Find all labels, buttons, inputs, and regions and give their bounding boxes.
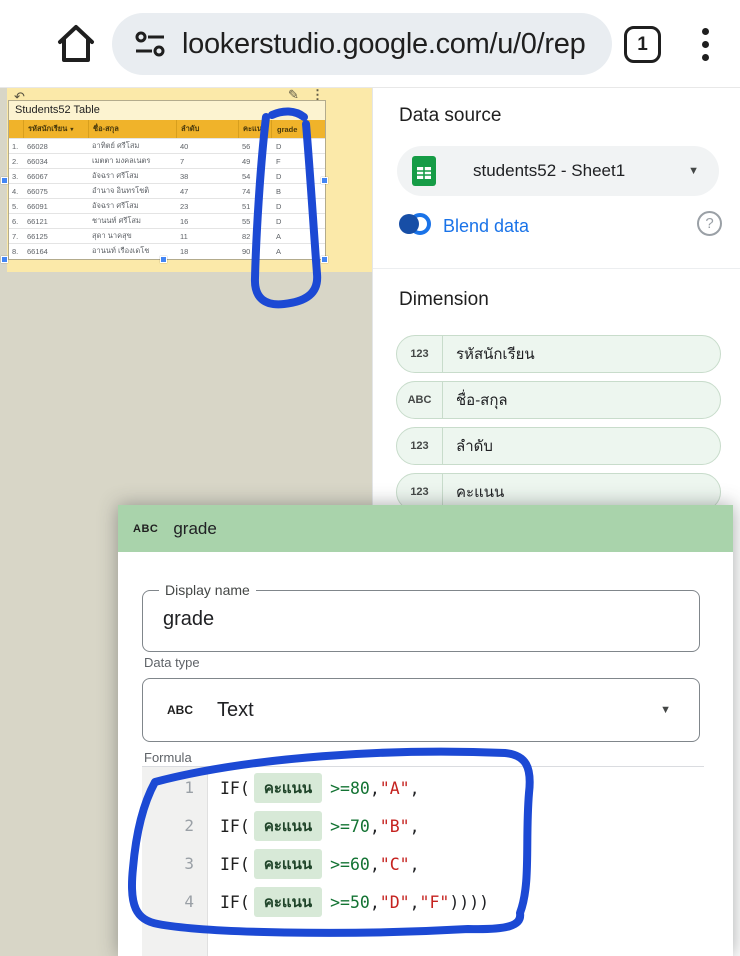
address-bar[interactable]: lookerstudio.google.com/u/0/rep [112, 13, 612, 75]
chevron-down-icon[interactable]: ▼ [688, 165, 699, 177]
line-number: 4 [142, 883, 207, 921]
selection-handle[interactable] [1, 256, 8, 263]
table-row: 2.66034เมตตา มงคลเนตร749F [9, 153, 325, 168]
formula-line: IF(คะแนน>=70,"B", [208, 807, 704, 845]
table-row: 8.66164อานนท์ เรืองเดโช1890A [9, 243, 325, 258]
field-type-badge: 123 [397, 428, 443, 464]
data-type-label: Data type [144, 655, 200, 670]
field-editor-dialog: ABC grade Display name grade Data type A… [118, 505, 733, 956]
col-header-order[interactable]: ลำดับ [176, 120, 238, 138]
field-editor-header: ABC grade [118, 505, 733, 552]
table-row: 3.66067อัจฉรา ศรีโสม3854D [9, 168, 325, 183]
display-name-field[interactable]: Display name grade [142, 590, 700, 652]
blend-data-button[interactable]: Blend data [397, 210, 529, 243]
field-chip[interactable]: คะแนน [254, 811, 322, 841]
table-row: 7.66125สุดา นาคสุข1182A [9, 228, 325, 243]
col-header-grade[interactable]: grade [271, 120, 325, 138]
line-number: 3 [142, 845, 207, 883]
dimension-field-chip[interactable]: 123 ลำดับ [396, 427, 721, 465]
text-type-icon: ABC [167, 703, 193, 717]
col-header-student-id[interactable]: รหัสนักเรียน▾ [23, 120, 88, 138]
blend-data-label: Blend data [443, 216, 529, 237]
field-editor-title: grade [173, 519, 216, 539]
line-number: 1 [142, 769, 207, 807]
help-icon[interactable]: ? [697, 211, 722, 236]
data-type-select[interactable]: ABC Text ▼ [142, 678, 700, 742]
formula-code[interactable]: IF(คะแนน>=80,"A", IF(คะแนน>=70,"B", IF(ค… [208, 767, 704, 956]
url-text: lookerstudio.google.com/u/0/rep [182, 28, 585, 61]
site-settings-icon [134, 30, 166, 58]
formula-line: IF(คะแนน>=50,"D","F")))) [208, 883, 704, 921]
tab-switcher-button[interactable]: 1 [624, 26, 661, 63]
sort-down-icon: ▾ [70, 126, 73, 133]
field-type-badge: ABC [397, 382, 443, 418]
field-chip[interactable]: คะแนน [254, 849, 322, 879]
line-number: 2 [142, 807, 207, 845]
field-label: ชื่อ-สกุล [443, 388, 508, 412]
field-type-badge: 123 [397, 336, 443, 372]
looker-studio-mobile-screen: lookerstudio.google.com/u/0/rep 1 ↶ ✎ ⋮ … [0, 0, 740, 956]
formula-label: Formula [144, 750, 192, 765]
col-header-score[interactable]: คะแนน [238, 120, 271, 138]
field-chip[interactable]: คะแนน [254, 887, 322, 917]
table-row: 5.66091อัจฉรา ศรีโสม2351D [9, 198, 325, 213]
chevron-down-icon: ▼ [660, 704, 671, 716]
selection-handle[interactable] [1, 177, 8, 184]
field-label: ลำดับ [443, 434, 493, 458]
dimension-field-chip[interactable]: ABC ชื่อ-สกุล [396, 381, 721, 419]
table-title: Students52 Table [9, 101, 325, 120]
google-sheets-icon [411, 155, 437, 187]
selection-handle[interactable] [321, 256, 328, 263]
section-divider [373, 268, 740, 269]
table-chart[interactable]: Students52 Table รหัสนักเรียน▾ ชื่อ-สกุล… [8, 100, 326, 260]
formula-line: IF(คะแนน>=80,"A", [208, 769, 704, 807]
field-label: รหัสนักเรียน [443, 342, 535, 366]
table-row: 1.66028อาทิตย์ ศรีโสม4056D [9, 138, 325, 153]
field-type-badge: ABC [133, 523, 158, 535]
selection-handle[interactable] [321, 177, 328, 184]
selection-handle[interactable] [160, 256, 167, 263]
table-row: 4.66075อำนาจ อินทรโชติ4774B [9, 183, 325, 198]
browser-chrome: lookerstudio.google.com/u/0/rep 1 [0, 0, 740, 88]
display-name-label: Display name [159, 582, 256, 598]
browser-menu-icon[interactable] [702, 25, 709, 64]
table-header-row: รหัสนักเรียน▾ ชื่อ-สกุล ลำดับ คะแนน grad… [9, 120, 325, 138]
dimension-heading: Dimension [399, 289, 489, 311]
dimension-field-chip[interactable]: 123 รหัสนักเรียน [396, 335, 721, 373]
tab-count: 1 [637, 34, 648, 56]
field-chip[interactable]: คะแนน [254, 773, 322, 803]
field-label: คะแนน [443, 480, 504, 504]
blend-data-icon [397, 210, 433, 243]
home-icon[interactable] [54, 22, 98, 66]
line-number-gutter: 1 2 3 4 [142, 767, 208, 956]
data-source-selector[interactable]: students52 - Sheet1 ▼ [397, 146, 719, 196]
formula-editor[interactable]: 1 2 3 4 IF(คะแนน>=80,"A", IF(คะแนน>=70,"… [142, 766, 704, 956]
data-source-name: students52 - Sheet1 [473, 161, 625, 181]
data-type-value: Text [217, 699, 254, 722]
formula-line: IF(คะแนน>=60,"C", [208, 845, 704, 883]
table-row: 6.66121ชานนท์ ศรีโสม1655D [9, 213, 325, 228]
col-header-name[interactable]: ชื่อ-สกุล [88, 120, 176, 138]
data-source-heading: Data source [399, 105, 501, 127]
